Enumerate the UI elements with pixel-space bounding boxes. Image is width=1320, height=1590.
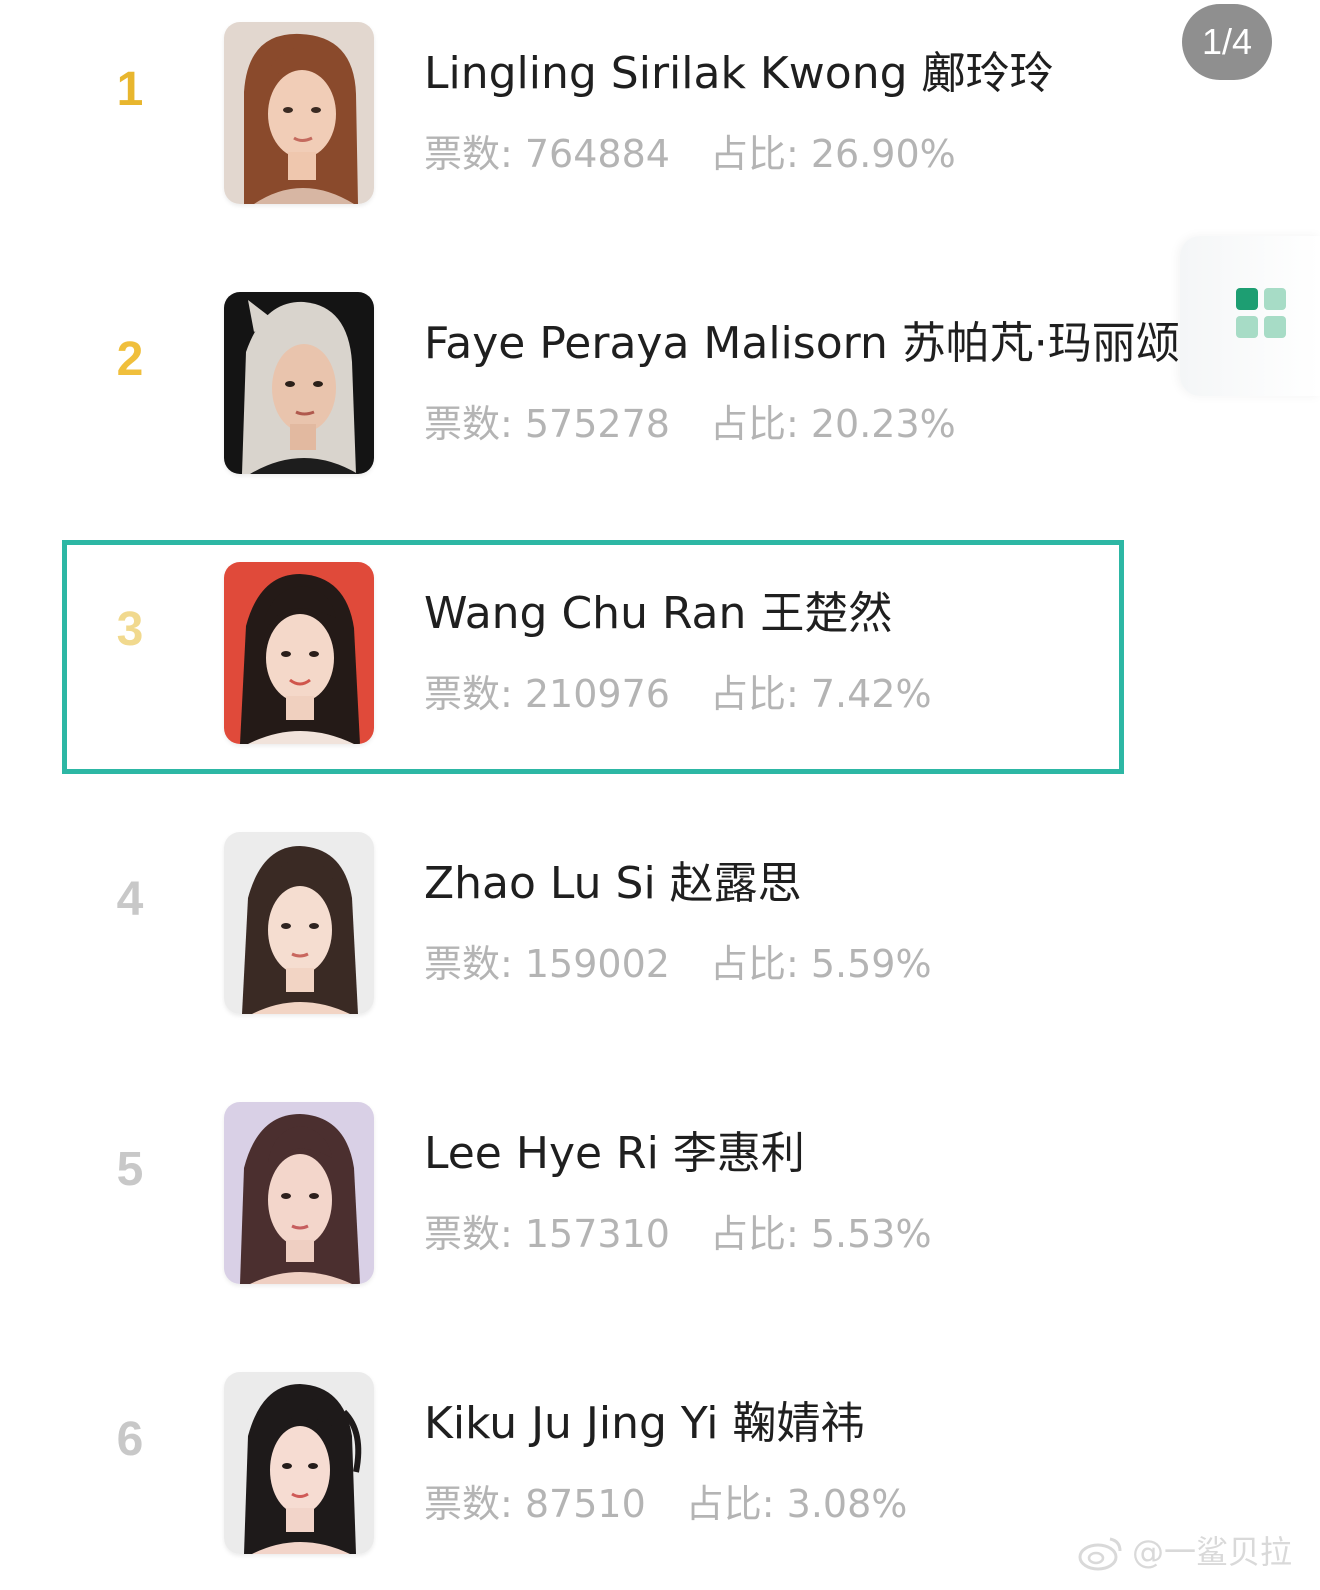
vote-share: 占比: 26.90% [709, 132, 956, 176]
avatar-photo [224, 292, 374, 474]
vote-stats: 票数: 764884 占比: 26.90% [424, 126, 956, 182]
votes-count: 票数: 87510 [424, 1482, 646, 1526]
avatar[interactable] [224, 1372, 374, 1554]
avatar-photo [224, 22, 374, 204]
avatar[interactable] [224, 1102, 374, 1284]
contestant-name: Lingling Sirilak Kwong 鄺玲玲 [424, 48, 1054, 99]
vote-stats: 票数: 575278 占比: 20.23% [424, 396, 956, 452]
watermark: @一鲨贝拉 [1078, 1532, 1292, 1572]
ranking-row-5[interactable]: 5 Lee Hye Ri 李惠利 票数: 157310 占比: 5.53% [0, 1080, 1180, 1284]
avatar[interactable] [224, 832, 374, 1014]
rank-number: 5 [116, 1143, 144, 1196]
rank-number: 6 [116, 1413, 144, 1466]
rank-number: 1 [116, 63, 144, 116]
votes-count: 票数: 159002 [424, 942, 670, 986]
ranking-list: 1 Lingling Sirilak Kwong 鄺玲玲 票数: 764884 占… [0, 0, 1320, 1590]
votes-count: 票数: 764884 [424, 132, 670, 176]
vote-stats: 票数: 157310 占比: 5.53% [424, 1206, 932, 1262]
rank-number: 4 [116, 873, 144, 926]
votes-count: 票数: 575278 [424, 402, 670, 446]
vote-stats: 票数: 87510 占比: 3.08% [424, 1476, 907, 1532]
weibo-icon [1078, 1537, 1122, 1571]
vote-share: 占比: 5.59% [709, 942, 932, 986]
avatar-photo [224, 832, 374, 1014]
contestant-name: Kiku Ju Jing Yi 鞠婧祎 [424, 1398, 865, 1449]
ranking-row-2[interactable]: 2 Faye Peraya Malisorn 苏帕芃·玛丽颂 票数: 57527… [0, 270, 1180, 474]
watermark-text: @一鲨贝拉 [1131, 1533, 1292, 1571]
vote-stats: 票数: 159002 占比: 5.59% [424, 936, 932, 992]
vote-share: 占比: 3.08% [685, 1482, 908, 1526]
vote-share: 占比: 20.23% [709, 402, 956, 446]
ranking-row-1[interactable]: 1 Lingling Sirilak Kwong 鄺玲玲 票数: 764884 占… [0, 0, 1180, 204]
ranking-row-6[interactable]: 6 Kiku Ju Jing Yi 鞠婧祎 票数: 87510 占比: 3.08% [0, 1350, 1180, 1554]
avatar-photo [224, 1102, 374, 1284]
avatar[interactable] [224, 22, 374, 204]
page-indicator: 1/4 [1182, 4, 1272, 80]
contestant-name: Faye Peraya Malisorn 苏帕芃·玛丽颂 [424, 318, 1180, 369]
contestant-name: Zhao Lu Si 赵露思 [424, 858, 802, 909]
contestant-name: Lee Hye Ri 李惠利 [424, 1128, 805, 1179]
vote-share: 占比: 5.53% [709, 1212, 932, 1256]
highlight-frame [62, 540, 1124, 774]
ranking-row-4[interactable]: 4 Zhao Lu Si 赵露思 票数: 159002 占比: 5.59% [0, 810, 1180, 1014]
grid-icon [1236, 288, 1286, 338]
avatar-photo [224, 1372, 374, 1554]
rank-number: 2 [116, 333, 144, 386]
votes-count: 票数: 157310 [424, 1212, 670, 1256]
side-floating-tab[interactable] [1180, 236, 1320, 396]
avatar[interactable] [224, 292, 374, 474]
